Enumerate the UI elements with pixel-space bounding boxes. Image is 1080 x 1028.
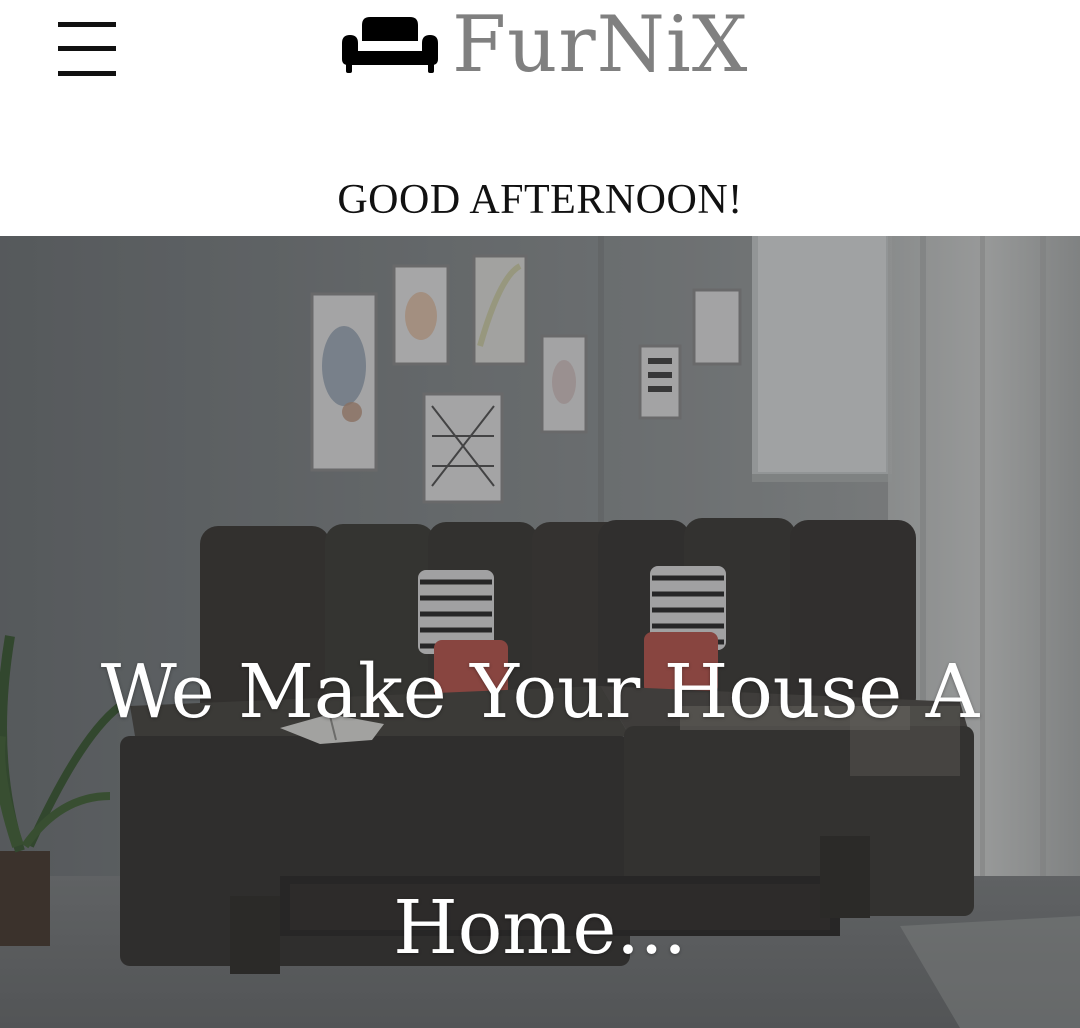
menu-line bbox=[58, 71, 116, 76]
hero-headline: We Make Your House A Home... bbox=[100, 649, 980, 971]
sofa-icon bbox=[342, 17, 438, 73]
brand-logo[interactable]: FurNiX bbox=[340, 0, 748, 90]
menu-line bbox=[58, 22, 116, 27]
site-header: FurNiX GOOD AFTERNOON! bbox=[0, 0, 1080, 236]
greeting-text: GOOD AFTERNOON! bbox=[337, 177, 743, 223]
brand-name: FurNiX bbox=[452, 0, 749, 90]
page: FurNiX GOOD AFTERNOON! We Make Your Hous… bbox=[0, 0, 1080, 1028]
hero-banner: We Make Your House A Home... bbox=[0, 236, 1080, 1028]
hamburger-menu-icon[interactable] bbox=[56, 20, 118, 82]
menu-line bbox=[58, 46, 116, 51]
